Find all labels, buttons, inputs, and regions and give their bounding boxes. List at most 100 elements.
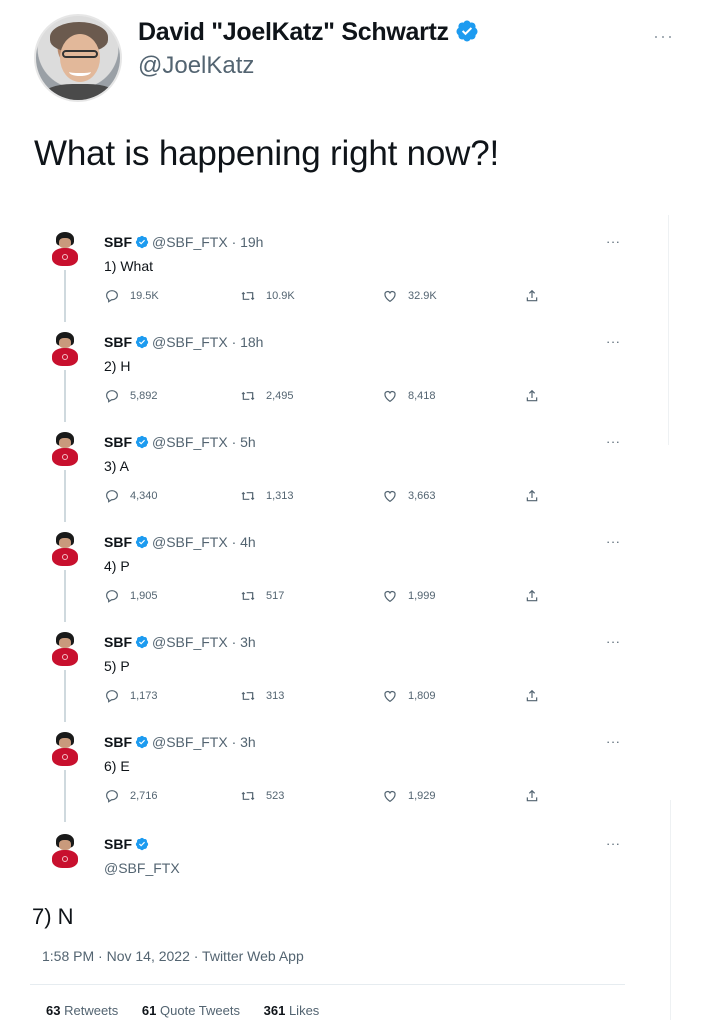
avatar[interactable] (50, 432, 80, 466)
avatar[interactable] (50, 332, 80, 366)
reply-button[interactable]: 1,173 (104, 688, 158, 704)
tweet-author-name[interactable]: SBF (104, 334, 132, 350)
more-options-icon[interactable]: ··· (606, 534, 621, 549)
thread-tweet[interactable]: SBF @SBF_FTX · 19h ··· 1) What 19.5K 10.9K 32.… (0, 220, 701, 320)
avatar[interactable] (50, 834, 80, 868)
tweet-author-row[interactable]: SBF @SBF_FTX · 19h (104, 234, 263, 250)
tweet-time[interactable]: · 5h (232, 434, 256, 450)
thread-tweet[interactable]: SBF @SBF_FTX · 3h ··· 6) E 2,716 523 1,929 (0, 720, 701, 820)
retweet-count: 2,495 (266, 390, 294, 402)
retweets-stat[interactable]: 63 Retweets (46, 1003, 118, 1018)
avatar[interactable] (50, 532, 80, 566)
reply-button[interactable]: 1,905 (104, 588, 158, 604)
tweet-author-handle[interactable]: @SBF_FTX (152, 734, 228, 750)
thread-tweet[interactable]: SBF @SBF_FTX · 4h ··· 4) P 1,905 517 1,999 (0, 520, 701, 620)
outer-author-handle[interactable]: @JoelKatz (138, 52, 254, 80)
reply-button[interactable]: 5,892 (104, 388, 158, 404)
retweet-button[interactable]: 10.9K (240, 288, 295, 304)
share-button[interactable] (524, 388, 540, 404)
thread-tweet[interactable]: SBF @SBF_FTX · 18h ··· 2) H 5,892 2,495 8,418 (0, 320, 701, 420)
retweets-count: 63 (46, 1003, 61, 1018)
retweet-button[interactable]: 517 (240, 588, 284, 604)
avatar[interactable] (50, 732, 80, 766)
outer-tweet-text: What is happening right now?! (34, 134, 500, 173)
like-button[interactable]: 1,929 (382, 788, 436, 804)
retweet-button[interactable]: 2,495 (240, 388, 294, 404)
thread-tweet[interactable]: SBF @SBF_FTX · 3h ··· 5) P 1,173 313 1,809 (0, 620, 701, 720)
tweet-author-handle[interactable]: @SBF_FTX (104, 860, 180, 876)
outer-author-name[interactable]: David "JoelKatz" Schwartz (138, 18, 449, 46)
tweet-timestamp[interactable]: 1:58 PM · Nov 14, 2022 · Twitter Web App (42, 948, 304, 964)
tweet-author-name[interactable]: SBF (104, 434, 132, 450)
more-options-icon[interactable]: ··· (606, 334, 621, 349)
thread-connector-line (64, 470, 66, 522)
retweet-count: 10.9K (266, 290, 295, 302)
tweet-text: 3) A (104, 458, 129, 474)
tweet-author-handle[interactable]: @SBF_FTX (152, 234, 228, 250)
final-thread-tweet[interactable]: SBF @SBF_FTX ··· (0, 822, 701, 902)
more-options-icon[interactable]: ··· (606, 836, 621, 851)
retweet-button[interactable]: 313 (240, 688, 284, 704)
tweet-text: 1) What (104, 258, 154, 274)
tweet-time[interactable]: · 3h (232, 634, 256, 650)
more-options-icon[interactable]: ··· (606, 434, 621, 449)
like-button[interactable]: 3,663 (382, 488, 436, 504)
tweet-time[interactable]: · 19h (232, 234, 264, 250)
tweet-time[interactable]: · 3h (232, 734, 256, 750)
share-button[interactable] (524, 588, 540, 604)
avatar[interactable] (50, 632, 80, 666)
thread-connector-line (64, 670, 66, 722)
more-options-icon[interactable]: ··· (653, 26, 674, 47)
tweet-author-row[interactable]: SBF @SBF_FTX · 3h (104, 634, 256, 650)
tweet-text: 4) P (104, 558, 130, 574)
reply-icon (106, 490, 118, 503)
like-button[interactable]: 8,418 (382, 388, 436, 404)
share-button[interactable] (524, 488, 540, 504)
tweet-author-name[interactable]: SBF (104, 634, 132, 650)
tweet-actions: 1,173 313 1,809 (104, 688, 554, 710)
tweet-time[interactable]: · 18h (232, 334, 264, 350)
like-button[interactable]: 1,999 (382, 588, 436, 604)
tweet-author-name[interactable]: SBF (104, 734, 132, 750)
tweet-author-name[interactable]: SBF (104, 836, 132, 852)
thread-connector-line (64, 370, 66, 422)
tweet-author-row[interactable]: SBF @SBF_FTX · 4h (104, 534, 256, 550)
share-button[interactable] (524, 288, 540, 304)
reply-button[interactable]: 2,716 (104, 788, 158, 804)
outer-author-avatar[interactable] (34, 14, 122, 102)
quote-tweets-stat[interactable]: 61 Quote Tweets (142, 1003, 240, 1018)
share-button[interactable] (524, 788, 540, 804)
retweet-button[interactable]: 1,313 (240, 488, 294, 504)
tweet-stats: 63 Retweets 61 Quote Tweets 361 Likes (46, 1003, 339, 1018)
more-options-icon[interactable]: ··· (606, 234, 621, 249)
like-button[interactable]: 32.9K (382, 288, 437, 304)
outer-author-name-row[interactable]: David "JoelKatz" Schwartz (138, 18, 479, 47)
tweet-author-name[interactable]: SBF (104, 534, 132, 550)
reply-count: 1,173 (130, 690, 158, 702)
more-options-icon[interactable]: ··· (606, 734, 621, 749)
reply-button[interactable]: 19.5K (104, 288, 159, 304)
heart-icon (384, 290, 396, 303)
thread-tweet[interactable]: SBF @SBF_FTX · 5h ··· 3) A 4,340 1,313 3,663 (0, 420, 701, 520)
more-options-icon[interactable]: ··· (606, 634, 621, 649)
tweet-author-handle[interactable]: @SBF_FTX (152, 434, 228, 450)
tweet-time[interactable]: · 4h (232, 534, 256, 550)
avatar[interactable] (50, 232, 80, 266)
tweet-author-row[interactable]: SBF (104, 836, 152, 852)
tweet-author-name[interactable]: SBF (104, 234, 132, 250)
heart-icon (384, 690, 396, 703)
reply-icon (106, 290, 118, 303)
tweet-author-row[interactable]: SBF @SBF_FTX · 3h (104, 734, 256, 750)
share-button[interactable] (524, 688, 540, 704)
reply-button[interactable]: 4,340 (104, 488, 158, 504)
retweet-icon (241, 491, 255, 501)
like-button[interactable]: 1,809 (382, 688, 436, 704)
tweet-author-handle[interactable]: @SBF_FTX (152, 334, 228, 350)
tweet-author-row[interactable]: SBF @SBF_FTX · 5h (104, 434, 256, 450)
retweet-button[interactable]: 523 (240, 788, 284, 804)
tweet-author-row[interactable]: SBF @SBF_FTX · 18h (104, 334, 263, 350)
retweet-count: 313 (266, 690, 285, 702)
likes-stat[interactable]: 361 Likes (264, 1003, 320, 1018)
tweet-author-handle[interactable]: @SBF_FTX (152, 634, 228, 650)
tweet-author-handle[interactable]: @SBF_FTX (152, 534, 228, 550)
